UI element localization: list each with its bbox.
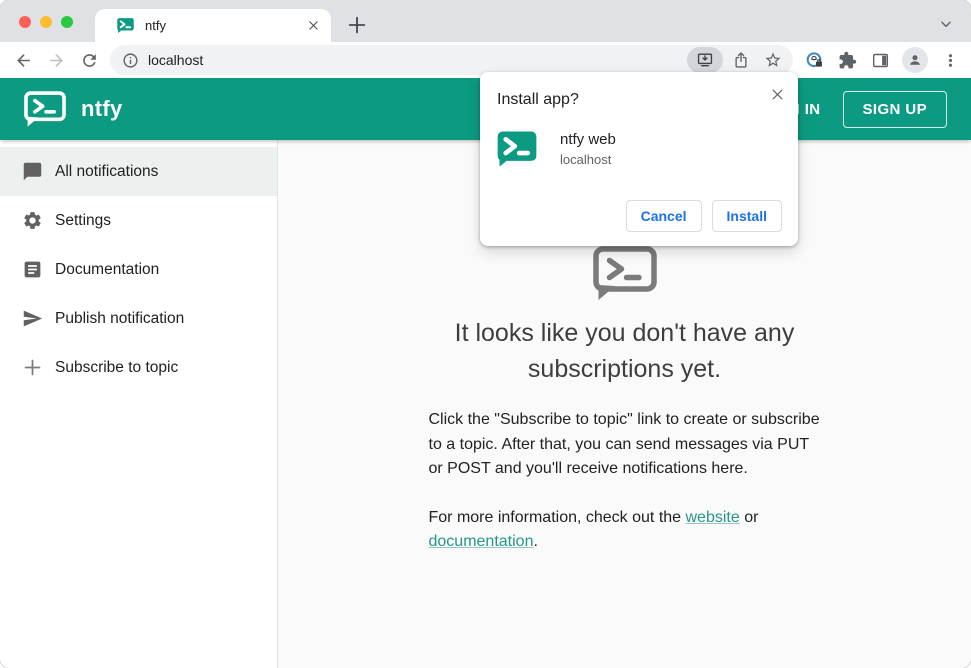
empty-state-paragraph: For more information, check out the webs… — [429, 506, 821, 555]
sidebar-item-documentation[interactable]: Documentation — [0, 245, 277, 294]
empty-state-heading: It looks like you don't have any subscri… — [454, 319, 795, 383]
site-info-icon[interactable] — [122, 52, 139, 69]
empty-state-paragraph: Click the "Subscribe to topic" link to c… — [428, 411, 820, 477]
url-text: localhost — [148, 52, 204, 68]
sidebar: All notifications Settings Documentation… — [0, 140, 278, 668]
sidebar-item-subscribe-to-topic[interactable]: Subscribe to topic — [0, 343, 277, 392]
close-window-button[interactable] — [19, 16, 31, 28]
reload-button[interactable] — [78, 49, 100, 71]
sidebar-item-label: Documentation — [55, 260, 160, 278]
cancel-button[interactable]: Cancel — [625, 200, 702, 232]
share-button[interactable] — [727, 47, 755, 73]
app-title: ntfy — [81, 96, 123, 121]
address-bar[interactable]: localhost — [110, 45, 793, 75]
password-manager-extension-icon[interactable] — [803, 49, 825, 71]
website-link[interactable]: website — [686, 509, 740, 526]
extensions-puzzle-icon[interactable] — [836, 49, 858, 71]
window-controls — [19, 16, 73, 28]
tab-strip: ntfy — [0, 0, 971, 42]
sidebar-item-label: Settings — [55, 211, 112, 229]
sidebar-item-label: All notifications — [55, 162, 159, 180]
install-app-button[interactable] — [687, 47, 723, 73]
browser-window: ntfy localhost ntfy SIGN I — [0, 0, 971, 668]
dialog-close-icon[interactable] — [767, 84, 787, 104]
sidebar-item-all-notifications[interactable]: All notifications — [0, 147, 277, 196]
gear-icon — [22, 210, 43, 231]
paragraph-text: For more information, check out the — [428, 508, 686, 526]
zoom-window-button[interactable] — [61, 16, 73, 28]
article-icon — [22, 259, 43, 280]
side-panel-icon[interactable] — [869, 49, 891, 71]
dialog-app-info: ntfy web localhost — [497, 129, 782, 169]
dialog-actions: Cancel Install — [625, 200, 782, 232]
install-button[interactable]: Install — [711, 200, 782, 232]
app-origin: localhost — [560, 152, 612, 167]
chat-icon — [22, 161, 43, 182]
forward-button[interactable] — [45, 49, 67, 71]
documentation-link[interactable]: documentation — [429, 533, 534, 550]
profile-avatar[interactable] — [902, 47, 928, 73]
empty-state-text: Click the "Subscribe to topic" link to c… — [429, 408, 821, 555]
sidebar-item-publish-notification[interactable]: Publish notification — [0, 294, 277, 343]
ntfy-favicon-icon — [117, 17, 134, 34]
paragraph-text: . — [533, 533, 538, 550]
tab-title: ntfy — [145, 18, 166, 33]
ntfy-app-icon — [497, 129, 537, 169]
minimize-window-button[interactable] — [40, 16, 52, 28]
empty-state: It looks like you don't have any subscri… — [410, 246, 840, 555]
bookmark-star-button[interactable] — [759, 47, 787, 73]
browser-tab[interactable]: ntfy — [95, 9, 331, 42]
sidebar-item-settings[interactable]: Settings — [0, 196, 277, 245]
ntfy-logo-gray-icon — [593, 246, 657, 302]
plus-icon — [22, 357, 43, 378]
send-icon — [22, 308, 43, 329]
app-name: ntfy web — [560, 131, 616, 148]
sidebar-item-label: Publish notification — [55, 309, 185, 327]
browser-menu-dots-icon[interactable] — [939, 49, 961, 71]
install-app-dialog: Install app? ntfy web localhost Cancel I… — [480, 72, 798, 246]
tab-search-chevron-icon[interactable] — [939, 17, 953, 31]
ntfy-logo-icon — [24, 91, 66, 128]
new-tab-button[interactable] — [346, 14, 368, 36]
sidebar-item-label: Subscribe to topic — [55, 358, 179, 376]
sign-up-button[interactable]: SIGN UP — [842, 90, 947, 128]
dialog-title: Install app? — [497, 91, 579, 108]
paragraph-text: or — [739, 508, 759, 526]
tab-close-icon[interactable] — [303, 16, 323, 36]
back-button[interactable] — [12, 49, 34, 71]
